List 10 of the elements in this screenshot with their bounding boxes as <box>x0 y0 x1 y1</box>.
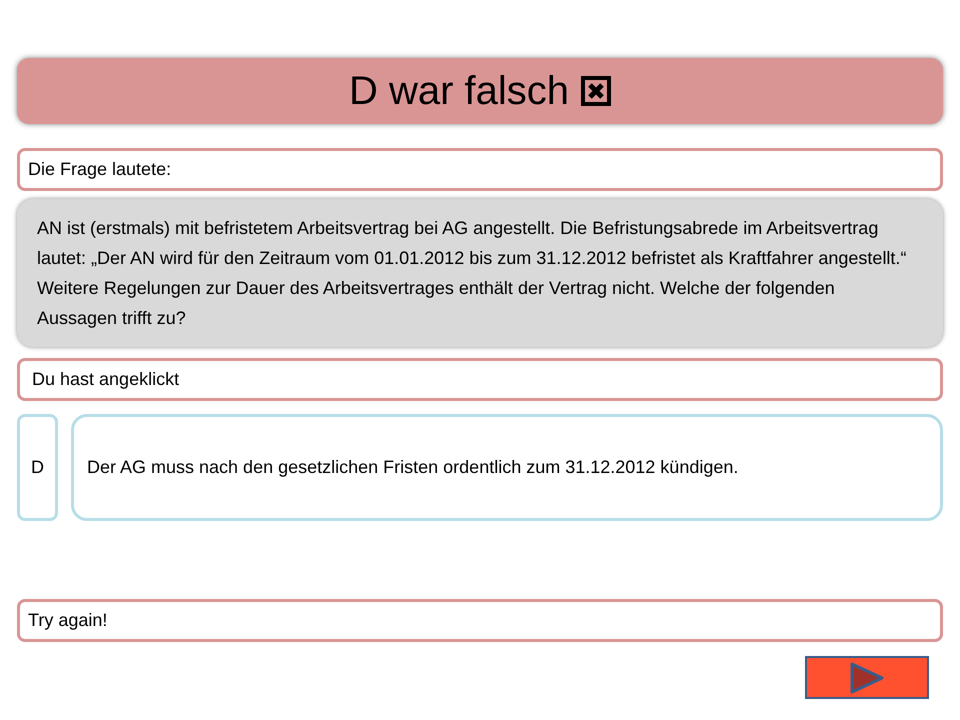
cross-box-icon <box>581 76 612 106</box>
result-title: D war falsch <box>348 68 570 115</box>
question-text: AN ist (erstmals) mit befristetem Arbeitsvertrag bei AG angestellt. Die Befristungsabrede im Arbeitsvertrag lautet: „Der AN wird für den Zeitraum vom 01.01.2012 bis zum 31.12.2012 befristet als Kraftfahrer angestellt.“ Weitere Regelungen zur Dauer des Arbeitsvertrages enthält der Vertrag nicht. Welche der folgenden Aussagen trifft zu? <box>37 217 908 330</box>
play-icon <box>850 662 884 694</box>
clicked-label: Du hast angeklickt <box>32 368 180 391</box>
answer-letter: D <box>31 456 44 479</box>
question-label: Die Frage lautete: <box>28 158 172 181</box>
next-button[interactable] <box>805 656 929 699</box>
feedback-text: Try again! <box>28 609 108 632</box>
answer-text: Der AG muss nach den gesetzlichen Fristen ordentlich zum 31.12.2012 kündigen. <box>87 456 738 479</box>
